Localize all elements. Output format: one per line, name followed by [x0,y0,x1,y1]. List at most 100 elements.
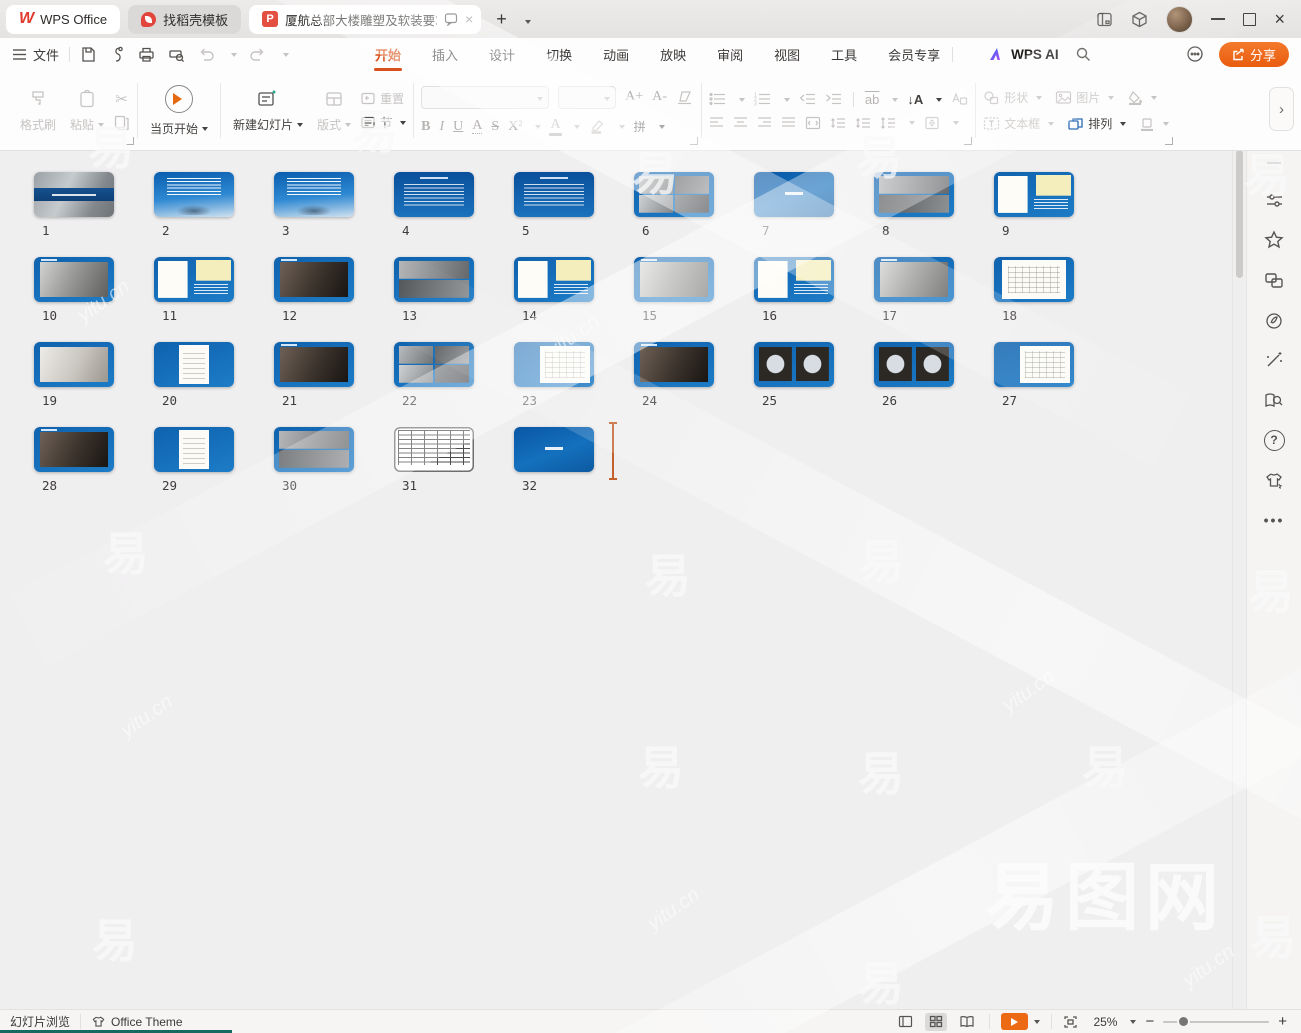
pinyin-guide-icon[interactable]: 拼 [634,121,646,133]
increase-indent-icon[interactable] [825,92,842,106]
print-preview-icon[interactable] [168,46,185,63]
slide-item[interactable]: 30 [274,427,394,512]
vertical-scrollbar[interactable] [1232,146,1246,1010]
slide-thumbnail[interactable] [154,257,234,302]
slide-sorter-view-button[interactable] [925,1013,947,1031]
slide-sorter-canvas[interactable]: 1 2 3 4 [0,146,1232,1010]
slide-item[interactable]: 28 [34,427,154,512]
zoom-slider-thumb[interactable] [1179,1017,1188,1026]
signature-icon[interactable] [1254,300,1294,340]
slide-item[interactable]: 10 [34,257,154,342]
message-center-icon[interactable] [1186,45,1204,63]
split-view-icon[interactable] [1096,11,1113,28]
wps-ai-button[interactable]: WPS AI [989,47,1059,62]
slide-thumbnail[interactable] [274,172,354,217]
slide-thumbnail[interactable] [994,257,1074,302]
bullet-list-icon[interactable] [709,92,726,106]
play-from-current-button[interactable]: 当页开始 [145,85,213,137]
slide-item[interactable]: 8 [874,172,994,257]
slide-thumbnail[interactable] [34,172,114,217]
text-direction-icon[interactable]: ab [865,92,879,107]
reading-view-button[interactable] [956,1013,978,1031]
skin-settings-icon[interactable] [1254,460,1294,500]
paragraph-dialog-launcher[interactable] [964,137,972,145]
slide-item[interactable]: 26 [874,342,994,427]
menu-tab[interactable]: 会员专享 [886,38,942,71]
slideshow-play-button[interactable] [1001,1013,1028,1030]
slide-thumbnail[interactable] [634,257,714,302]
slide-thumbnail[interactable] [634,342,714,387]
paste-button[interactable]: 粘贴 [65,89,109,133]
cut-icon[interactable]: ✂ [113,90,130,108]
slide-item[interactable]: 7 [754,172,874,257]
share-button[interactable]: 分享 [1219,42,1289,67]
collapse-panel-handle[interactable] [1267,162,1281,164]
slide-item[interactable]: 18 [994,257,1114,342]
slide-thumbnail[interactable] [274,257,354,302]
properties-icon[interactable] [1254,180,1294,220]
slide-thumbnail[interactable] [754,257,834,302]
highlight-icon[interactable] [589,119,606,134]
row-spacing-down-icon[interactable] [855,116,871,130]
shapes-button[interactable]: 形状 [983,89,1042,106]
slide-item[interactable]: 21 [274,342,394,427]
char-spacing-icon[interactable] [951,92,968,107]
picture-button[interactable]: 图片 [1055,89,1114,106]
slide-item[interactable]: 16 [754,257,874,342]
slide-thumbnail[interactable] [754,342,834,387]
row-spacing-up-icon[interactable] [830,116,846,130]
favorites-star-icon[interactable] [1254,220,1294,260]
undo-icon[interactable] [198,47,214,62]
slide-item[interactable]: 9 [994,172,1114,257]
justify-icon[interactable] [781,116,796,129]
slide-thumbnail[interactable] [34,257,114,302]
file-menu[interactable]: 文件 [33,45,59,64]
slide-item[interactable]: 14 [514,257,634,342]
section-button[interactable]: 节 [360,114,406,131]
slide-item[interactable]: 4 [394,172,514,257]
close-window-button[interactable]: × [1274,9,1285,30]
outline-color-button[interactable] [1139,116,1169,131]
slide-thumbnail[interactable] [394,342,474,387]
tab-list-chevron[interactable] [514,10,538,28]
slide-item[interactable]: 6 [634,172,754,257]
ribbon-expand-button[interactable]: › [1269,87,1294,131]
zoom-in-button[interactable]: + [1278,1013,1287,1030]
search-reference-icon[interactable] [1254,380,1294,420]
shapes-pane-icon[interactable] [1254,260,1294,300]
slide-item[interactable]: 2 [154,172,274,257]
slide-item[interactable]: 12 [274,257,394,342]
slideshow-options-chevron[interactable] [1034,1020,1040,1027]
slide-thumbnail[interactable] [874,342,954,387]
font-color-icon[interactable]: A [550,118,560,136]
menu-tab[interactable]: 动画 [601,38,631,71]
menu-tab[interactable]: 工具 [829,38,859,71]
slide-thumbnail[interactable] [274,427,354,472]
slide-thumbnail[interactable] [514,427,594,472]
slide-thumbnail[interactable] [994,172,1074,217]
layout-button[interactable]: 版式 [312,89,356,133]
slide-thumbnail[interactable] [34,342,114,387]
apps-cube-icon[interactable] [1131,11,1148,28]
slide-item[interactable]: 1 [34,172,154,257]
slide-item[interactable]: 24 [634,342,754,427]
redo-icon[interactable] [250,47,266,62]
smart-assistant-icon[interactable] [1254,340,1294,380]
slide-item[interactable]: 13 [394,257,514,342]
arrange-button[interactable]: 排列 [1067,115,1126,132]
slide-item[interactable]: 23 [514,342,634,427]
decrease-font-icon[interactable]: A- [652,90,667,104]
slide-thumbnail[interactable] [514,257,594,302]
textbox-button[interactable]: 文本框 [983,115,1054,132]
slide-thumbnail[interactable] [514,172,594,217]
font-name-combobox[interactable] [421,86,549,109]
slide-thumbnail[interactable] [154,172,234,217]
slide-thumbnail[interactable] [394,427,474,472]
zoom-slider[interactable] [1163,1021,1269,1023]
align-center-icon[interactable] [733,116,748,129]
vertical-align-icon[interactable] [924,116,940,130]
clipboard-dialog-launcher[interactable] [126,137,134,145]
tab-docer[interactable]: 找稻壳模板 [128,5,241,34]
save-icon[interactable] [80,46,97,63]
comment-icon[interactable] [444,12,458,26]
